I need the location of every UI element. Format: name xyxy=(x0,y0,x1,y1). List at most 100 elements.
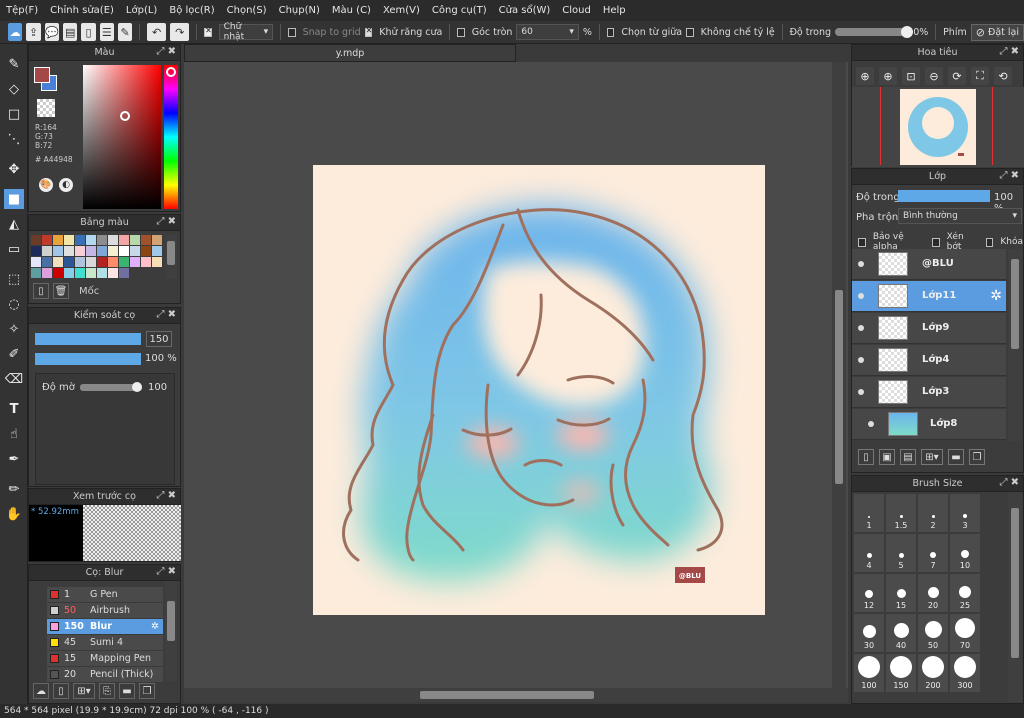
palette-swatch[interactable] xyxy=(42,257,52,267)
antialias-checkbox[interactable] xyxy=(364,26,373,37)
new-layer-icon[interactable]: ▯ xyxy=(858,449,874,465)
eraser-tool-icon[interactable]: ◇ xyxy=(4,79,24,99)
bucket-tool-icon[interactable]: ◭ xyxy=(4,214,24,234)
clip-checkbox[interactable] xyxy=(931,237,940,247)
navigator-view[interactable] xyxy=(852,87,1024,167)
layer-row[interactable]: Lớp3 xyxy=(852,377,1006,408)
opacity-slider-knob[interactable] xyxy=(901,26,914,38)
fit-icon[interactable]: ⊡ xyxy=(902,67,920,85)
palette-swatch[interactable] xyxy=(53,246,63,256)
hue-slider[interactable] xyxy=(164,65,178,209)
palette-scroll-thumb[interactable] xyxy=(167,241,175,265)
palette-swatch[interactable] xyxy=(97,257,107,267)
canvas-horizontal-scroll-thumb[interactable] xyxy=(420,691,594,699)
lasso-tool-icon[interactable]: ◌ xyxy=(4,294,24,314)
brush-size-cell[interactable]: 3 xyxy=(950,494,980,532)
brush-size-cell[interactable]: 150 xyxy=(886,654,916,692)
menu-file[interactable]: Tệp(F) xyxy=(6,5,38,16)
blend-dropdown[interactable]: Bình thường ▾ xyxy=(898,208,1022,224)
close-icon[interactable]: ⤢ ✖ xyxy=(999,46,1019,57)
palette-swatch[interactable] xyxy=(108,257,118,267)
palette-swatch[interactable] xyxy=(53,235,63,245)
edit-icon[interactable]: ✎ xyxy=(117,23,133,41)
brush-size-cell[interactable]: 300 xyxy=(950,654,980,692)
color-picker-cursor[interactable] xyxy=(120,111,130,121)
palette-swatch[interactable] xyxy=(42,246,52,256)
page-icon[interactable]: ▯ xyxy=(81,23,96,41)
magic-wand-icon[interactable]: ✧ xyxy=(4,319,24,339)
palette-swatch[interactable] xyxy=(64,268,74,278)
protect-alpha-checkbox[interactable] xyxy=(858,237,866,247)
brush-size-cell[interactable]: 7 xyxy=(918,534,948,572)
new-layer-8bit-icon[interactable]: ▣ xyxy=(879,449,895,465)
zoom-in-icon[interactable]: ⊕ xyxy=(856,67,874,85)
lock-checkbox[interactable] xyxy=(985,237,994,247)
blur-slider-knob[interactable] xyxy=(132,382,142,392)
brush-list-item[interactable]: 150 Blur ✲ xyxy=(47,619,163,635)
palette-swatch[interactable] xyxy=(75,257,85,267)
brush-size-cell[interactable]: 30 xyxy=(854,614,884,652)
close-icon[interactable]: ⤢ ✖ xyxy=(156,46,176,57)
close-icon[interactable]: ⤢ ✖ xyxy=(156,309,176,320)
brush-size-cell[interactable]: 50 xyxy=(918,614,948,652)
saturation-value-picker[interactable] xyxy=(83,65,161,209)
palette-icon[interactable]: 🎨 xyxy=(39,178,53,192)
layer-opacity-slider[interactable] xyxy=(898,190,990,202)
palette-swatch[interactable] xyxy=(141,246,151,256)
palette-swatch[interactable] xyxy=(53,257,63,267)
palette-swatch[interactable] xyxy=(108,235,118,245)
palette-swatch[interactable] xyxy=(64,235,74,245)
duplicate-layer-icon[interactable]: ❐ xyxy=(969,449,985,465)
brush-size-cell[interactable]: 20 xyxy=(918,574,948,612)
brush-size-cell[interactable]: 70 xyxy=(950,614,980,652)
select-eraser-icon[interactable]: ⌫ xyxy=(4,369,24,389)
brush-size-scrollbar[interactable] xyxy=(1008,492,1022,702)
brush-list-item[interactable]: 1 G Pen xyxy=(47,587,163,603)
palette-swatch[interactable] xyxy=(42,268,52,278)
palette-swatch[interactable] xyxy=(42,235,52,245)
menu-color[interactable]: Màu (C) xyxy=(332,5,371,16)
reset-rotate-icon[interactable]: ⟲ xyxy=(994,67,1012,85)
dot-tool-icon[interactable]: ⋱ xyxy=(4,129,24,149)
trash-icon[interactable]: 🗑 xyxy=(53,283,69,299)
brush-list-item[interactable]: 15 Mapping Pen xyxy=(47,651,163,667)
palette-swatch[interactable] xyxy=(86,235,96,245)
palette-swatch[interactable] xyxy=(141,235,151,245)
select-pen-icon[interactable]: ✐ xyxy=(4,344,24,364)
zoom-icon[interactable]: ⊕ xyxy=(879,67,897,85)
comment-icon[interactable]: 💬 xyxy=(44,23,59,41)
canvas-workspace[interactable]: @BLU xyxy=(184,62,848,688)
palette-swatch[interactable] xyxy=(31,257,41,267)
brush-list-scrollbar[interactable] xyxy=(165,581,177,681)
menu-capture[interactable]: Chụp(N) xyxy=(279,5,320,16)
snap-checkbox[interactable] xyxy=(288,27,296,37)
layer-row[interactable]: @BLU xyxy=(852,249,1006,280)
palette-swatch[interactable] xyxy=(108,268,118,278)
document-tab[interactable]: y.mdp xyxy=(184,44,516,62)
opacity-slider[interactable] xyxy=(835,26,914,38)
blur-slider[interactable] xyxy=(80,382,142,392)
brush-list-item[interactable]: 45 Sumi 4 xyxy=(47,635,163,651)
brush-size-cell[interactable]: 5 xyxy=(886,534,916,572)
brush-size-slider[interactable] xyxy=(35,333,141,345)
layer-row[interactable]: Lớp11 ✲ xyxy=(852,281,1006,312)
fixed-ratio-checkbox[interactable] xyxy=(686,27,694,37)
cloud-brush-icon[interactable]: ☁ xyxy=(33,683,49,699)
palette-swatch[interactable] xyxy=(130,235,140,245)
round-corner-dropdown[interactable]: 60 ▾ xyxy=(516,24,579,40)
menu-tools[interactable]: Công cụ(T) xyxy=(432,5,487,16)
cloud-icon[interactable]: ☁ xyxy=(8,23,23,41)
add-brush-icon[interactable]: ⊞▾ xyxy=(73,683,95,699)
menu-layer[interactable]: Lớp(L) xyxy=(126,5,157,16)
palette-swatch[interactable] xyxy=(31,246,41,256)
palette-swatch[interactable] xyxy=(97,246,107,256)
palette-swatch[interactable] xyxy=(119,257,129,267)
brush-size-cell[interactable]: 10 xyxy=(950,534,980,572)
brush-tool-icon[interactable]: ✎ xyxy=(4,54,24,74)
brush-size-cell[interactable]: 25 xyxy=(950,574,980,612)
fullscreen-icon[interactable]: ⛶ xyxy=(971,67,989,85)
palette-swatch[interactable] xyxy=(86,246,96,256)
layer-row[interactable]: Lớp8 xyxy=(852,409,1006,440)
hue-cursor[interactable] xyxy=(166,67,176,77)
rectangle-tool-icon[interactable]: □ xyxy=(4,104,24,124)
